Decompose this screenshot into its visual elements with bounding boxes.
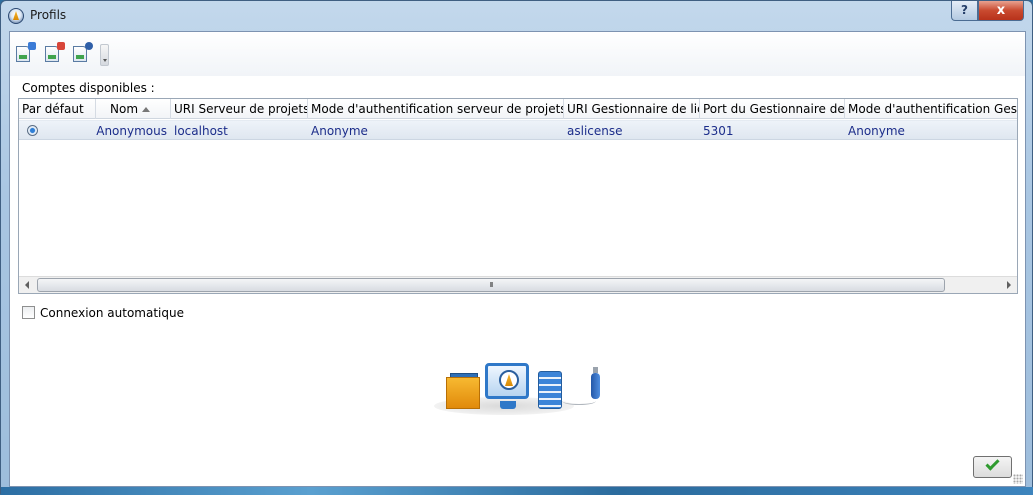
plus-badge-icon (28, 42, 36, 50)
title-bar[interactable]: Profils ? x (1, 1, 1032, 31)
scroll-left-icon[interactable] (19, 277, 36, 293)
window-title: Profils (30, 8, 67, 22)
gear-icon (85, 42, 93, 50)
monitor-logo-icon (499, 370, 519, 390)
cell-project-server-uri: localhost (174, 124, 228, 138)
cell-license-manager-auth: Anonyme (848, 124, 905, 138)
checkmark-icon (985, 456, 1000, 471)
accounts-label: Comptes disponibles : (22, 81, 155, 95)
auto-connect-label[interactable]: Connexion automatique (40, 305, 184, 321)
profile-settings-button[interactable] (73, 42, 93, 64)
close-button[interactable]: x (978, 1, 1024, 21)
column-header-name[interactable]: Nom (96, 99, 171, 119)
cell-license-manager-port: 5301 (703, 124, 734, 138)
usb-key-icon (591, 367, 600, 399)
dialog-client-area: Comptes disponibles : Par défaut Nom URI… (9, 31, 1026, 487)
add-profile-button[interactable] (16, 42, 36, 64)
x-badge-icon (57, 42, 65, 50)
auto-connect-checkbox[interactable] (22, 306, 35, 319)
column-header-default[interactable]: Par défaut (19, 99, 96, 119)
scroll-right-icon[interactable] (1000, 277, 1017, 293)
cell-license-manager-uri: aslicense (567, 124, 623, 138)
monitor-icon (485, 363, 529, 399)
table-row[interactable]: Anonymous localhost Anonyme aslicense 53… (19, 120, 1017, 140)
horizontal-scrollbar[interactable] (19, 276, 1017, 293)
accounts-table[interactable]: Par défaut Nom URI Serveur de projets Mo… (18, 98, 1018, 294)
toolbar-overflow-button[interactable] (100, 44, 109, 66)
sort-ascending-icon (142, 107, 151, 112)
connection-illustration (434, 357, 614, 422)
column-header-project-server-auth[interactable]: Mode d'authentification serveur de proje… (308, 99, 564, 119)
column-header-name-label: Nom (110, 102, 139, 116)
ok-button[interactable] (973, 456, 1012, 478)
monitor-stand-icon (500, 401, 516, 409)
resize-grip[interactable] (1013, 474, 1023, 484)
cell-name: Anonymous (96, 124, 167, 138)
package-box-icon (446, 377, 480, 409)
column-header-project-server-uri[interactable]: URI Serveur de projets (171, 99, 308, 119)
column-header-license-manager-port[interactable]: Port du Gestionnaire de lic (700, 99, 845, 119)
server-icon (538, 371, 562, 409)
scrollbar-thumb[interactable] (37, 278, 945, 292)
profiles-window: Profils ? x Comptes disponibles : Par dé… (0, 0, 1033, 495)
column-header-license-manager-uri[interactable]: URI Gestionnaire de licenc (564, 99, 700, 119)
column-header-license-manager-auth[interactable]: Mode d'authentification Gestionn (845, 99, 1017, 119)
help-button[interactable]: ? (951, 1, 978, 21)
cell-project-server-auth: Anonyme (311, 124, 368, 138)
default-radio[interactable] (27, 125, 38, 136)
app-logo-icon (8, 8, 24, 24)
table-header: Par défaut Nom URI Serveur de projets Mo… (19, 99, 1017, 119)
cable-icon (562, 397, 596, 405)
delete-profile-button[interactable] (45, 42, 65, 64)
toolbar (10, 32, 1025, 76)
